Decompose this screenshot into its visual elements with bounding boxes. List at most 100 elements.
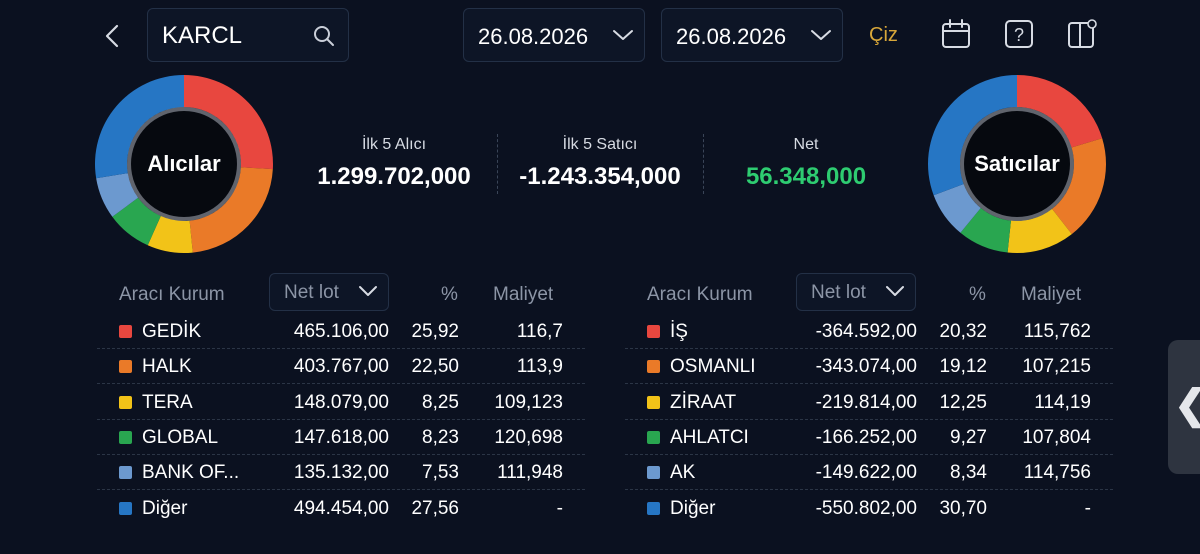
table-row: GEDİK 465.106,00 25,92 116,7 <box>97 314 585 349</box>
color-swatch <box>119 360 132 374</box>
net-lot-value: 135.132,00 <box>293 462 389 484</box>
end-date-select[interactable]: 26.08.2026 <box>661 8 843 62</box>
cost-value: 116,7 <box>516 321 563 342</box>
cost-value: 120,698 <box>494 426 563 448</box>
broker-name: GLOBAL <box>142 426 219 448</box>
broker-name: İŞ <box>670 321 688 342</box>
cost-value: - <box>1084 497 1091 519</box>
back-button[interactable] <box>100 20 124 52</box>
buyers-donut-label: Alıcılar <box>147 151 221 176</box>
percent-value: 20,32 <box>939 321 987 342</box>
table-row: AK -149.622,00 8,34 114,756 <box>625 455 1113 491</box>
sellers-netlot-label: Net lot <box>811 282 866 303</box>
percent-value: 8,34 <box>950 462 987 484</box>
symbol-search-field[interactable]: KARCL <box>147 8 349 62</box>
buyers-broker-header: Aracı Kurum <box>119 284 225 305</box>
percent-value: 25,92 <box>411 321 459 342</box>
percent-value: 8,25 <box>422 391 459 413</box>
broker-name: ZİRAAT <box>670 391 737 413</box>
color-swatch <box>119 501 132 515</box>
net-lot-value: 465.106,00 <box>293 321 389 342</box>
net-lot-value: -149.622,00 <box>815 462 917 484</box>
broker-name: AK <box>670 462 696 484</box>
table-row: OSMANLI -343.074,00 19,12 107,215 <box>625 349 1113 385</box>
percent-value: 9,27 <box>950 426 987 448</box>
help-icon[interactable]: ? <box>1003 18 1035 50</box>
chevron-down-icon <box>358 283 378 304</box>
table-row: Diğer 494.454,00 27,56 - <box>97 491 585 526</box>
color-swatch <box>647 395 660 409</box>
percent-value: 12,25 <box>939 391 987 413</box>
cost-value: 107,215 <box>1022 356 1091 378</box>
net-label: Net <box>793 136 819 153</box>
color-swatch <box>647 501 660 515</box>
buyers-netlot-dropdown[interactable]: Net lot <box>269 273 389 311</box>
table-row: HALK 403.767,00 22,50 113,9 <box>97 349 585 385</box>
net-lot-value: -166.252,00 <box>815 426 917 448</box>
broker-name: GEDİK <box>142 321 202 342</box>
color-swatch <box>119 395 132 409</box>
summary-divider <box>703 134 704 194</box>
percent-value: 30,70 <box>939 497 987 519</box>
percent-value: 8,23 <box>422 426 459 448</box>
layout-settings-icon[interactable] <box>1066 18 1098 50</box>
chevron-down-icon <box>810 27 832 48</box>
sellers-donut-label: Satıcılar <box>974 151 1060 176</box>
sellers-netlot-dropdown[interactable]: Net lot <box>796 273 916 311</box>
net-value: 56.348,000 <box>745 163 867 190</box>
color-swatch <box>119 430 132 444</box>
color-swatch <box>647 360 660 374</box>
draw-button[interactable]: Çiz <box>869 24 898 47</box>
broker-name: TERA <box>142 391 193 413</box>
buyers-percent-header: % <box>441 284 458 305</box>
chevron-left-icon: ❮ <box>1174 382 1200 428</box>
buyers-donut-chart: Alıcılar <box>94 74 274 254</box>
percent-value: 7,53 <box>422 462 459 484</box>
table-row: AHLATCI -166.252,00 9,27 107,804 <box>625 420 1113 455</box>
broker-name: Diğer <box>670 497 716 519</box>
broker-name: Diğer <box>142 497 188 519</box>
chevron-down-icon <box>885 283 905 304</box>
cost-value: 111,948 <box>497 462 563 484</box>
table-row: TERA 148.079,00 8,25 109,123 <box>97 385 585 420</box>
cost-value: 107,804 <box>1022 426 1091 448</box>
sellers-cost-header: Maliyet <box>1021 284 1082 305</box>
cost-value: 109,123 <box>494 391 563 413</box>
cost-value: 114,19 <box>1034 391 1091 413</box>
side-panel-handle[interactable]: ❮ <box>1168 340 1200 474</box>
broker-name: BANK OF... <box>142 462 240 484</box>
start-date-value: 26.08.2026 <box>478 24 589 49</box>
table-row: Diğer -550.802,00 30,70 - <box>625 491 1113 526</box>
top5-sellers-value: -1.243.354,000 <box>519 163 681 190</box>
net-lot-value: -219.814,00 <box>815 391 917 413</box>
summary-divider <box>497 134 498 194</box>
start-date-select[interactable]: 26.08.2026 <box>463 8 645 62</box>
net-lot-value: 403.767,00 <box>293 356 389 378</box>
net-lot-value: 494.454,00 <box>293 497 389 519</box>
net-lot-value: 147.618,00 <box>293 426 389 448</box>
search-icon[interactable] <box>312 24 336 53</box>
symbol-search-value[interactable]: KARCL <box>162 22 242 50</box>
color-swatch <box>647 466 660 480</box>
net-lot-value: -343.074,00 <box>815 356 917 378</box>
table-row: GLOBAL 147.618,00 8,23 120,698 <box>97 420 585 455</box>
calendar-icon[interactable] <box>940 18 972 50</box>
table-row: BANK OF... 135.132,00 7,53 111,948 <box>97 455 585 491</box>
broker-name: AHLATCI <box>670 426 749 448</box>
percent-value: 22,50 <box>411 356 459 378</box>
percent-value: 27,56 <box>411 497 459 519</box>
color-swatch <box>119 325 132 338</box>
color-swatch <box>119 466 132 480</box>
net-lot-value: 148.079,00 <box>293 391 389 413</box>
top5-buyers-value: 1.299.702,000 <box>317 163 471 190</box>
buyers-cost-header: Maliyet <box>493 284 554 305</box>
net-lot-value: -550.802,00 <box>815 497 917 519</box>
sellers-percent-header: % <box>969 284 986 305</box>
color-swatch <box>647 430 660 444</box>
top5-sellers-label: İlk 5 Satıcı <box>562 136 638 153</box>
end-date-value: 26.08.2026 <box>676 24 787 49</box>
color-swatch <box>647 325 660 338</box>
chevron-down-icon <box>612 27 634 48</box>
cost-value: - <box>556 497 563 519</box>
percent-value: 19,12 <box>939 356 987 378</box>
